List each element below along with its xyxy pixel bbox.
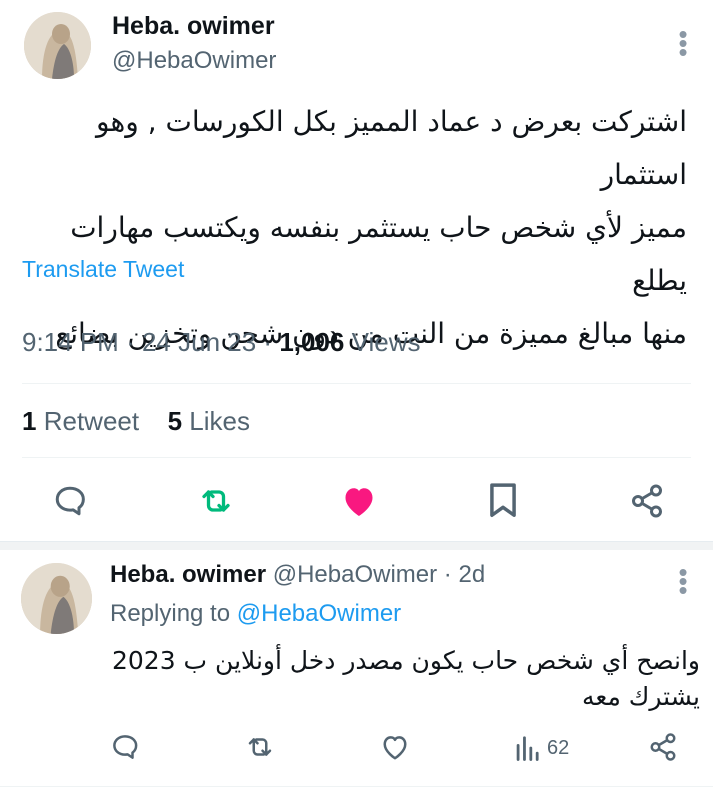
- more-vertical-icon[interactable]: • • •: [678, 559, 688, 603]
- engagement-stats: 1 Retweet 5 Likes: [22, 406, 250, 437]
- heart-outline-icon[interactable]: [380, 733, 410, 761]
- views-label: Views: [351, 327, 421, 357]
- bookmark-icon[interactable]: [487, 482, 519, 520]
- author-handle[interactable]: @HebaOwimer: [112, 47, 276, 75]
- retweets-count: 1: [22, 406, 37, 436]
- meta-separator: ·: [443, 561, 452, 588]
- divider: [22, 383, 691, 384]
- heart-icon[interactable]: [341, 484, 377, 518]
- replying-to: Replying to @HebaOwimer: [110, 600, 401, 628]
- retweets-stat[interactable]: 1 Retweet: [22, 406, 139, 436]
- meta-separator: ·: [126, 327, 135, 357]
- reply-author-name[interactable]: Heba. owimer: [110, 561, 266, 588]
- replying-prefix: Replying to: [110, 600, 231, 627]
- reply-age[interactable]: 2d: [458, 561, 485, 588]
- reply-header: Heba. owimer @HebaOwimer · 2d: [110, 561, 485, 589]
- comment-icon[interactable]: [110, 732, 140, 762]
- divider: [0, 786, 713, 787]
- section-divider: [0, 541, 713, 550]
- share-icon[interactable]: [629, 483, 665, 519]
- likes-count: 5: [167, 406, 183, 436]
- tweet-text: اشتركت بعرض د عماد المميز بكل الكورسات ,…: [7, 95, 687, 360]
- retweet-icon[interactable]: [244, 732, 276, 762]
- tweet-date[interactable]: 24 Jun 23: [142, 327, 256, 357]
- replying-handle-link[interactable]: @HebaOwimer: [237, 600, 401, 627]
- reply-views-count: 62: [547, 736, 570, 759]
- retweets-label: Retweet: [43, 406, 140, 436]
- likes-label: Likes: [189, 406, 250, 436]
- tweet-time[interactable]: 9:14 PM: [22, 327, 119, 357]
- analytics-icon: [514, 734, 540, 762]
- views-stat[interactable]: 62: [514, 734, 569, 762]
- share-icon[interactable]: [648, 732, 678, 762]
- retweet-icon[interactable]: [197, 483, 235, 519]
- likes-stat[interactable]: 5 Likes: [168, 406, 250, 436]
- tweet-text-line: مميز لأي شخص حاب يستثمر بنفسه ويكتسب مها…: [70, 211, 687, 297]
- more-vertical-icon[interactable]: • • •: [678, 21, 688, 65]
- reply-author-avatar[interactable]: [21, 563, 92, 634]
- author-name[interactable]: Heba. owimer: [112, 12, 275, 41]
- reply-text-line: وانصح أي شخص حاب يكون مصدر دخل أونلاين ب…: [111, 646, 700, 675]
- tweet-meta: 9:14 PM · 24 Jun 23 · 1,006 Views: [22, 327, 421, 358]
- reply-text-line: يشترك معه: [581, 682, 700, 711]
- comment-icon[interactable]: [52, 483, 88, 519]
- meta-separator: ·: [263, 327, 273, 357]
- author-avatar[interactable]: [24, 12, 91, 79]
- divider: [22, 457, 691, 458]
- views-count: 1,006: [279, 327, 345, 357]
- reply-text: وانصح أي شخص حاب يكون مصدر دخل أونلاين ب…: [110, 643, 700, 715]
- translate-tweet-link[interactable]: Translate Tweet: [22, 256, 184, 283]
- tweet-text-line: اشتركت بعرض د عماد المميز بكل الكورسات ,…: [96, 105, 687, 191]
- reply-author-handle[interactable]: @HebaOwimer: [273, 561, 437, 588]
